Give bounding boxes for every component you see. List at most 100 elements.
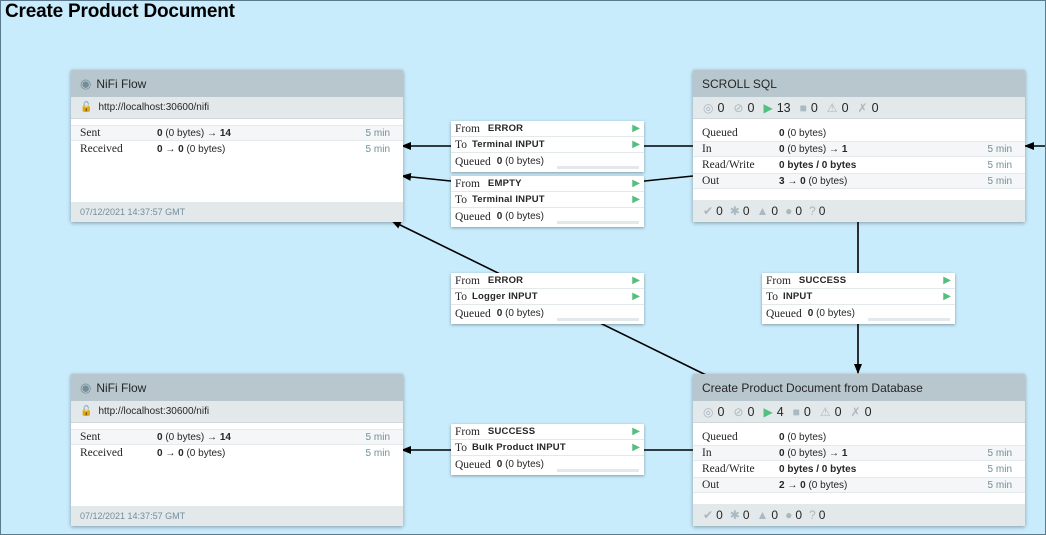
connection-from-row: From EMPTY ▶ — [451, 176, 644, 192]
stale-icon: ▲ — [756, 204, 769, 218]
stale-count: 0 — [771, 508, 779, 522]
connection-from-row: From ERROR ▶ — [451, 273, 644, 289]
process-group-name: Create Product Document from Database — [702, 380, 923, 395]
from-label: From — [455, 122, 480, 135]
connection-success-bulk[interactable]: From SUCCESS ▶ To Bulk Product INPUT ▶ Q… — [451, 424, 644, 475]
remote-group-header: ◉ NiFi Flow — [71, 374, 403, 401]
connection-from-row: From SUCCESS ▶ — [762, 273, 955, 289]
warning-icon: ⚠ — [826, 100, 838, 115]
out-label: Out — [702, 479, 720, 491]
queued-label: Queued — [702, 431, 738, 443]
remote-group-url: http://localhost:30600/nifi — [98, 102, 210, 113]
process-group-header: Create Product Document from Database — [693, 374, 1025, 401]
running-count: 4 — [776, 404, 784, 419]
to-label: To — [455, 290, 467, 303]
invalid-count: 0 — [841, 100, 849, 115]
running-icon: ▶ — [763, 404, 773, 419]
out-time: 5 min — [987, 479, 1012, 491]
queue-progress-bar — [557, 221, 639, 224]
received-label: Received — [80, 447, 123, 459]
in-label: In — [702, 447, 712, 459]
version-status-bar: ✔ 0 ✱ 0 ▲ 0 ● 0 ? 0 — [693, 200, 1025, 222]
invalid-count: 0 — [834, 404, 842, 419]
process-group-header: SCROLL SQL — [693, 70, 1025, 97]
sent-value: 0 (0 bytes) → 14 — [157, 127, 231, 139]
connection-success-input[interactable]: From SUCCESS ▶ To INPUT ▶ Queued 0 (0 by… — [762, 273, 955, 324]
up-to-date-count: 0 — [716, 508, 723, 522]
play-icon: ▶ — [632, 275, 640, 286]
play-icon: ▶ — [632, 442, 640, 453]
to-label: To — [455, 193, 467, 206]
process-group-create-product-document[interactable]: Create Product Document from Database ◎ 0… — [693, 374, 1025, 526]
play-icon: ▶ — [632, 291, 640, 302]
up-to-date-icon: ✔ — [703, 508, 714, 522]
stopped-icon: ■ — [792, 404, 800, 419]
not-transmitting-icon: ⊘ — [733, 404, 744, 419]
process-group-name: SCROLL SQL — [702, 76, 777, 91]
in-label: In — [702, 143, 712, 155]
read-write-value: 0 bytes / 0 bytes — [779, 463, 857, 475]
transmitting-count: 0 — [717, 404, 725, 419]
broadcast-icon: ◉ — [80, 379, 92, 395]
locally-modified-count: 0 — [742, 508, 750, 522]
remote-group-url-bar: 🔓 http://localhost:30600/nifi — [71, 97, 403, 119]
sent-row: Sent 0 (0 bytes) → 14 5 min — [71, 125, 403, 141]
process-group-status-bar: ◎ 0 ⊘ 0 ▶ 4 ■ 0 ⚠ 0 ✗ 0 — [693, 401, 1025, 423]
in-value: 0 (0 bytes) → 1 — [779, 143, 848, 155]
read-write-row: Read/Write 0 bytes / 0 bytes 5 min — [693, 157, 1025, 173]
transmitting-icon: ◎ — [703, 404, 714, 419]
out-label: Out — [702, 175, 720, 187]
queued-row: Queued 0 (0 bytes) — [693, 429, 1025, 445]
flow-canvas[interactable]: Create Product Document ◉ NiFi Flow 🔓 ht… — [0, 0, 1046, 535]
sync-failure-icon: ? — [809, 508, 816, 522]
remote-group-url-bar: 🔓 http://localhost:30600/nifi — [71, 401, 403, 423]
from-relationship: ERROR — [487, 123, 524, 134]
remote-group-timestamp: 07/12/2021 14:37:57 GMT — [71, 202, 403, 222]
queued-value: 0 (0 bytes) — [496, 156, 545, 167]
from-label: From — [455, 177, 480, 190]
play-icon: ▶ — [943, 275, 951, 286]
connection-error-logger[interactable]: From ERROR ▶ To Logger INPUT ▶ Queued 0 … — [451, 273, 644, 324]
stale-count: 0 — [771, 204, 779, 218]
read-write-time: 5 min — [987, 159, 1012, 171]
out-time: 5 min — [987, 175, 1012, 187]
sent-label: Sent — [80, 127, 101, 139]
sync-failure-count: 0 — [818, 508, 826, 522]
from-relationship: EMPTY — [487, 178, 522, 189]
queued-row: Queued 0 (0 bytes) — [693, 125, 1025, 141]
connection-from-row: From ERROR ▶ — [451, 121, 644, 137]
up-to-date-icon: ✔ — [703, 204, 714, 218]
stale-modified-count: 0 — [795, 508, 803, 522]
queued-label: Queued — [455, 458, 491, 471]
queued-value: 0 (0 bytes) — [807, 308, 856, 319]
queue-progress-bar — [557, 318, 639, 321]
remote-group-nifi-flow[interactable]: ◉ NiFi Flow 🔓 http://localhost:30600/nif… — [71, 374, 403, 526]
to-port: Terminal INPUT — [471, 139, 545, 150]
queued-value: 0 (0 bytes) — [496, 211, 545, 222]
in-time: 5 min — [987, 143, 1012, 155]
running-count: 13 — [776, 100, 791, 115]
from-relationship: SUCCESS — [798, 275, 847, 286]
stale-modified-icon: ● — [785, 508, 793, 522]
received-value: 0 → 0 (0 bytes) — [157, 447, 226, 459]
connection-empty-terminal[interactable]: From EMPTY ▶ To Terminal INPUT ▶ Queued … — [451, 176, 644, 227]
sent-time: 5 min — [365, 127, 390, 139]
process-group-scroll-sql[interactable]: SCROLL SQL ◎ 0 ⊘ 0 ▶ 13 ■ 0 ⚠ 0 ✗ 0 Queued 0 (… — [693, 70, 1025, 222]
in-row: In 0 (0 bytes) → 1 5 min — [693, 445, 1025, 461]
remote-group-nifi-flow[interactable]: ◉ NiFi Flow 🔓 http://localhost:30600/nif… — [71, 70, 403, 222]
queue-progress-bar — [557, 469, 639, 472]
transmitting-count: 0 — [717, 100, 725, 115]
process-group-status-bar: ◎ 0 ⊘ 0 ▶ 13 ■ 0 ⚠ 0 ✗ 0 — [693, 97, 1025, 119]
stopped-icon: ■ — [799, 100, 807, 115]
play-icon: ▶ — [632, 178, 640, 189]
to-port: Bulk Product INPUT — [471, 442, 566, 453]
received-time: 5 min — [365, 143, 390, 155]
sent-label: Sent — [80, 431, 101, 443]
to-port: INPUT — [782, 291, 813, 302]
remote-group-name: NiFi Flow — [96, 380, 147, 395]
not-transmitting-count: 0 — [747, 404, 755, 419]
out-row: Out 3 → 0 (0 bytes) 5 min — [693, 173, 1025, 189]
remote-group-header: ◉ NiFi Flow — [71, 70, 403, 97]
connection-error-terminal[interactable]: From ERROR ▶ To Terminal INPUT ▶ Queued … — [451, 121, 644, 172]
received-row: Received 0 → 0 (0 bytes) 5 min — [71, 141, 403, 157]
